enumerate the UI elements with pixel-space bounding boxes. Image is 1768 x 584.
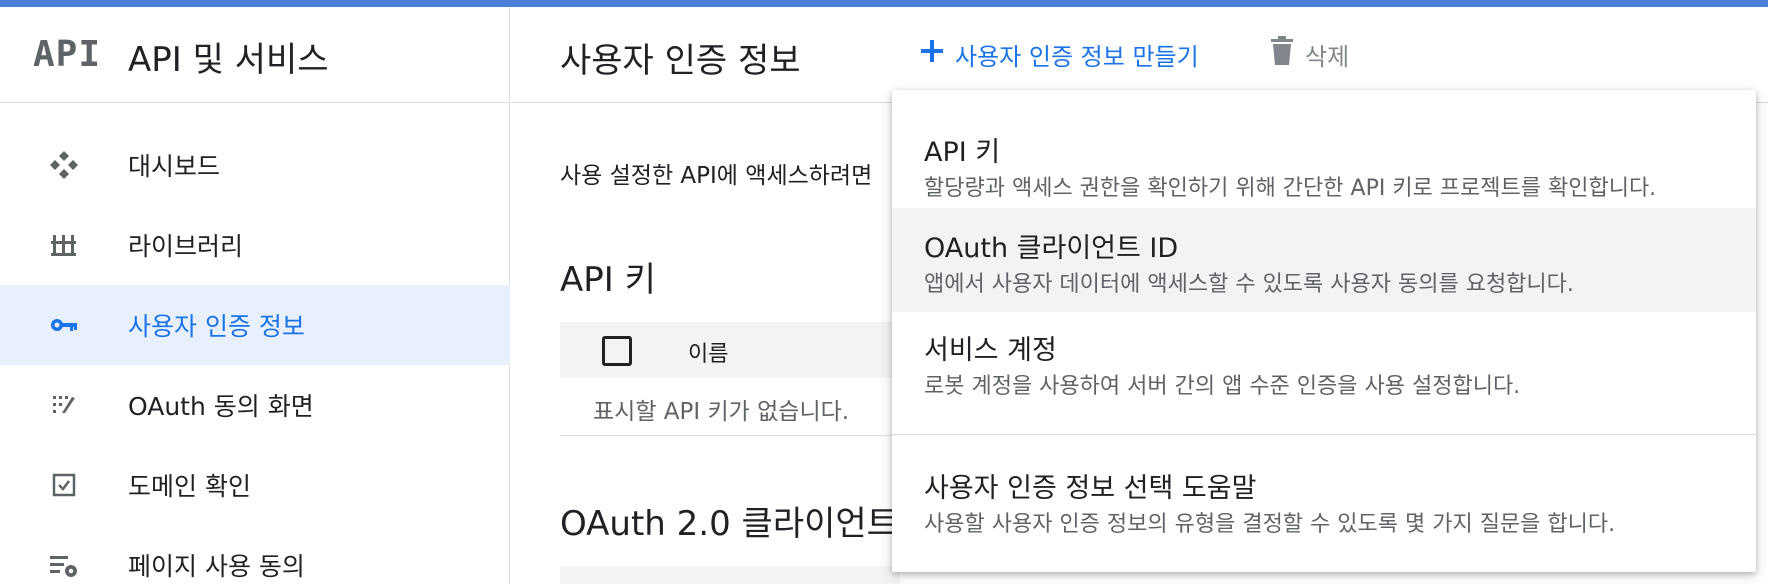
menu-item-title: 사용자 인증 정보 선택 도움말 xyxy=(924,473,1257,504)
dashboard-icon xyxy=(48,149,80,181)
menu-item-credential-help[interactable]: 사용자 인증 정보 선택 도움말 사용할 사용자 인증 정보의 유형을 결정할 … xyxy=(892,446,1756,558)
menu-item-service-account[interactable]: 서비스 계정 로봇 계정을 사용하여 서버 간의 앱 수준 인증을 사용 설정합… xyxy=(892,312,1756,416)
page-header: 사용자 인증 정보 사용자 인증 정보 만들기 삭제 xyxy=(511,7,1768,103)
menu-item-subtitle: 사용할 사용자 인증 정보의 유형을 결정할 수 있도록 몇 가지 질문을 합니… xyxy=(924,512,1616,537)
create-credentials-label: 사용자 인증 정보 만들기 xyxy=(955,42,1199,71)
key-icon xyxy=(48,309,80,341)
create-credentials-menu: API 키 할당량과 액세스 권한을 확인하기 위해 간단한 API 키로 프로… xyxy=(892,90,1756,572)
sidebar-nav: 대시보드 라이브러리 사용자 인증 정보 OAuth 동의 화면 도메인 확인 … xyxy=(0,125,510,584)
menu-item-title: 서비스 계정 xyxy=(924,335,1057,366)
delete-label: 삭제 xyxy=(1305,42,1350,71)
trash-icon xyxy=(1269,36,1295,72)
sidebar-item-domain-verification[interactable]: 도메인 확인 xyxy=(0,445,510,525)
oauth-table-header xyxy=(560,566,900,584)
delete-button[interactable]: 삭제 xyxy=(1269,29,1349,79)
oauth-clients-heading: OAuth 2.0 클라이언트 xyxy=(560,504,898,544)
api-keys-heading: API 키 xyxy=(560,260,656,300)
menu-item-subtitle: 로봇 계정을 사용하여 서버 간의 앱 수준 인증을 사용 설정합니다. xyxy=(924,374,1521,399)
library-icon xyxy=(48,229,80,261)
sidebar-item-label: 사용자 인증 정보 xyxy=(128,312,305,341)
menu-divider xyxy=(892,434,1756,435)
sidebar-item-oauth-consent[interactable]: OAuth 동의 화면 xyxy=(0,365,510,445)
settings-list-icon xyxy=(48,549,80,581)
api-keys-table-header: 이름 xyxy=(560,322,900,378)
menu-item-oauth-client-id[interactable]: OAuth 클라이언트 ID 앱에서 사용자 데이터에 액세스할 수 있도록 사… xyxy=(892,208,1756,312)
checkbox-icon xyxy=(48,469,80,501)
api-logo: API xyxy=(33,34,102,75)
sidebar-item-label: 대시보드 xyxy=(128,152,221,181)
sidebar-item-label: 페이지 사용 동의 xyxy=(128,552,305,581)
sidebar: API API 및 서비스 대시보드 라이브러리 사용자 인증 정보 OAuth… xyxy=(0,7,510,584)
sidebar-item-credentials[interactable]: 사용자 인증 정보 xyxy=(0,285,510,365)
select-all-checkbox[interactable] xyxy=(602,336,632,366)
sidebar-header: API API 및 서비스 xyxy=(0,7,509,103)
section-title[interactable]: API 및 서비스 xyxy=(128,32,329,81)
top-accent-bar xyxy=(0,0,1768,7)
api-keys-empty-row: 표시할 API 키가 없습니다. xyxy=(560,378,900,436)
page-description: 사용 설정한 API에 액세스하려면 xyxy=(560,163,873,189)
menu-item-api-key[interactable]: API 키 할당량과 액세스 권한을 확인하기 위해 간단한 API 키로 프로… xyxy=(892,104,1756,208)
menu-item-title: OAuth 클라이언트 ID xyxy=(924,233,1179,264)
sidebar-item-label: OAuth 동의 화면 xyxy=(128,392,314,421)
menu-item-subtitle: 앱에서 사용자 데이터에 액세스할 수 있도록 사용자 동의를 요청합니다. xyxy=(924,272,1574,297)
plus-icon xyxy=(919,38,945,70)
sidebar-item-page-usage-agreement[interactable]: 페이지 사용 동의 xyxy=(0,525,510,584)
consent-icon xyxy=(48,389,80,421)
sidebar-item-library[interactable]: 라이브러리 xyxy=(0,205,510,285)
create-credentials-button[interactable]: 사용자 인증 정보 만들기 xyxy=(919,29,1199,79)
sidebar-item-dashboard[interactable]: 대시보드 xyxy=(0,125,510,205)
page-title: 사용자 인증 정보 xyxy=(560,41,801,81)
menu-item-title: API 키 xyxy=(924,137,1001,168)
sidebar-item-label: 라이브러리 xyxy=(128,232,244,261)
column-header-name[interactable]: 이름 xyxy=(688,336,728,368)
sidebar-item-label: 도메인 확인 xyxy=(128,472,251,501)
menu-item-subtitle: 할당량과 액세스 권한을 확인하기 위해 간단한 API 키로 프로젝트를 확인… xyxy=(924,176,1657,201)
empty-message: 표시할 API 키가 없습니다. xyxy=(593,399,850,425)
